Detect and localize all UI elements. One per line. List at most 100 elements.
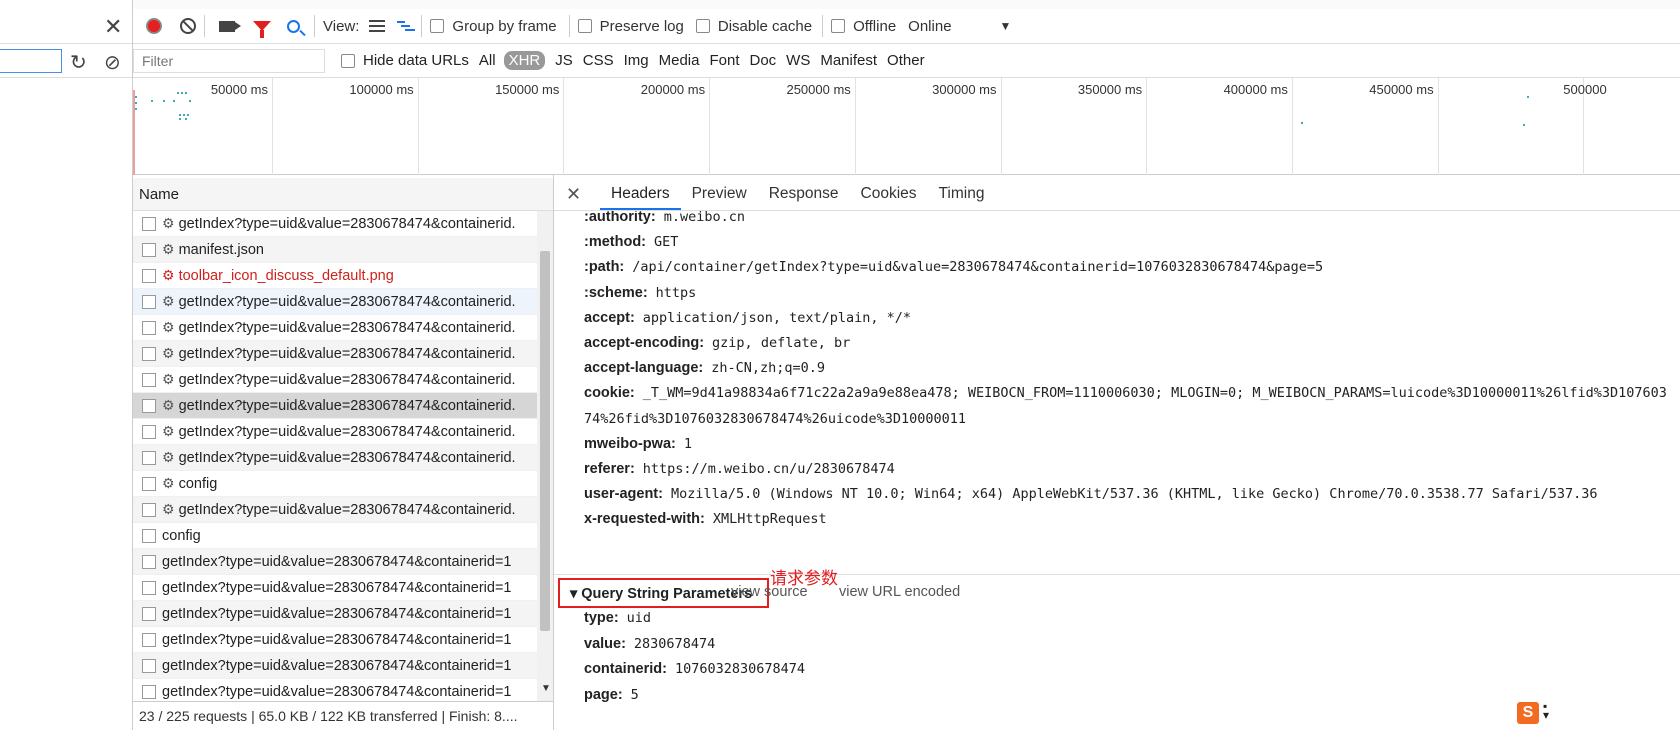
offline-checkbox[interactable]: [831, 19, 846, 33]
filter-type-all[interactable]: All: [479, 52, 496, 69]
header-value: m.weibo.cn: [663, 211, 745, 225]
request-name: toolbar_icon_discuss_default.png: [178, 267, 394, 284]
requests-scrollbar[interactable]: ▼: [537, 211, 553, 701]
header-value: Mozilla/5.0 (Windows NT 10.0; Win64; x64…: [670, 486, 1598, 503]
screenshot-camera-icon[interactable]: [219, 20, 241, 32]
header-row: :scheme: https: [584, 285, 696, 301]
request-name: getIndex?type=uid&value=2830678474&conta…: [162, 631, 512, 648]
gear-icon: ⚙: [162, 241, 175, 257]
request-row[interactable]: ⚙ getIndex?type=uid&value=2830678474&cont…: [133, 393, 537, 419]
scroll-down-arrow-icon[interactable]: ▼: [541, 683, 551, 694]
request-row[interactable]: ⚙ toolbar_icon_discuss_default.png: [133, 263, 537, 289]
overview-tick-label: 250000 ms: [786, 82, 851, 97]
header-key: accept-language:: [584, 360, 704, 377]
filter-type-css[interactable]: CSS: [583, 52, 614, 69]
request-row[interactable]: ⚙ getIndex?type=uid&value=2830678474&cont…: [133, 341, 537, 367]
tab-headers[interactable]: Headers: [600, 185, 681, 210]
timeline-overview[interactable]: 50000 ms 100000 ms 150000 ms 200000 ms 25000…: [133, 78, 1680, 175]
request-row[interactable]: ⚙ getIndex?type=uid&value=2830678474&cont…: [133, 289, 537, 315]
request-name: config: [178, 475, 218, 492]
request-row[interactable]: ⚙ getIndex?type=uid&value=2830678474&cont…: [133, 315, 537, 341]
filter-type-font[interactable]: Font: [709, 52, 739, 69]
preserve-log-checkbox[interactable]: [577, 19, 592, 33]
throttling-select[interactable]: Online: [908, 18, 951, 35]
request-row[interactable]: config: [133, 523, 537, 549]
gear-icon: ⚙: [162, 397, 175, 413]
filter-type-xhr[interactable]: XHR: [503, 51, 546, 70]
overview-tick-label: 350000 ms: [1077, 82, 1143, 97]
query-string-parameters-title[interactable]: Query String Parameters: [570, 586, 752, 602]
record-icon[interactable]: [146, 18, 162, 34]
waterfall-overview-icon[interactable]: [397, 20, 416, 32]
filter-type-ws[interactable]: WS: [786, 52, 810, 69]
filter-type-js[interactable]: JS: [555, 52, 573, 69]
request-row[interactable]: getIndex?type=uid&value=2830678474&conta…: [133, 627, 537, 653]
filter-funnel-icon[interactable]: [253, 21, 271, 38]
filter-type-doc[interactable]: Doc: [749, 52, 776, 69]
close-details-icon[interactable]: ✕: [566, 184, 581, 205]
tab-timing[interactable]: Timing: [928, 185, 996, 210]
tab-cookies[interactable]: Cookies: [850, 185, 928, 210]
request-row[interactable]: ⚙ getIndex?type=uid&value=2830678474&cont…: [133, 419, 537, 445]
request-row[interactable]: getIndex?type=uid&value=2830678474&conta…: [133, 653, 537, 679]
request-file-icon: [142, 346, 156, 361]
window-top-edge: [0, 0, 1680, 9]
overview-request-mark: [1527, 96, 1529, 98]
group-by-frame-checkbox[interactable]: [430, 19, 445, 33]
overview-request-mark: [179, 118, 181, 120]
request-row[interactable]: getIndex?type=uid&value=2830678474&conta…: [133, 679, 537, 701]
name-column-header[interactable]: Name: [139, 186, 179, 203]
overview-request-mark: [163, 100, 165, 102]
request-row[interactable]: ⚙ getIndex?type=uid&value=2830678474&cont…: [133, 211, 537, 237]
overview-request-mark: [1301, 122, 1303, 124]
disable-cache-checkbox[interactable]: [695, 19, 710, 33]
request-file-icon: [142, 424, 156, 439]
request-file-icon: [142, 320, 156, 335]
throttling-dropdown-arrow-icon[interactable]: ▼: [1000, 19, 1012, 33]
query-param-row: page: 5: [584, 687, 639, 703]
header-key: cookie:: [584, 385, 635, 402]
request-file-icon: [142, 502, 156, 517]
request-row[interactable]: ⚙ manifest.json: [133, 237, 537, 263]
request-row[interactable]: getIndex?type=uid&value=2830678474&conta…: [133, 549, 537, 575]
header-value: 1: [683, 435, 692, 452]
request-row[interactable]: ⚙ getIndex?type=uid&value=2830678474&cont…: [133, 367, 537, 393]
request-row[interactable]: getIndex?type=uid&value=2830678474&conta…: [133, 601, 537, 627]
request-name: config: [162, 527, 201, 544]
hide-data-urls-checkbox[interactable]: [341, 53, 355, 68]
query-param-row: type: uid: [584, 610, 651, 626]
block-icon[interactable]: ⊘: [104, 50, 121, 75]
gear-icon: ⚙: [162, 293, 175, 309]
gear-icon: ⚙: [162, 345, 175, 361]
search-icon[interactable]: [287, 19, 300, 33]
filter-type-manifest[interactable]: Manifest: [820, 52, 877, 69]
header-value: zh-CN,zh;q=0.9: [711, 360, 826, 377]
view-source-link[interactable]: view source: [731, 584, 808, 600]
ime-menu-icon[interactable]: ▪ ▾: [1543, 700, 1549, 721]
request-file-icon: [142, 580, 156, 595]
scrollbar-thumb[interactable]: [540, 251, 550, 631]
left-panel-input[interactable]: [0, 49, 62, 73]
tab-response[interactable]: Response: [758, 185, 850, 210]
view-label: View:: [323, 17, 360, 35]
gear-icon: ⚙: [162, 449, 175, 465]
request-row[interactable]: getIndex?type=uid&value=2830678474&conta…: [133, 575, 537, 601]
request-name: getIndex?type=uid&value=2830678474&conta…: [178, 345, 516, 362]
sogou-ime-icon[interactable]: S: [1517, 702, 1539, 724]
close-icon[interactable]: ✕: [104, 14, 122, 40]
filter-type-other[interactable]: Other: [887, 52, 925, 69]
overview-request-mark: [135, 96, 137, 98]
clear-icon[interactable]: [180, 18, 196, 34]
header-value: https: [655, 284, 697, 301]
filter-type-media[interactable]: Media: [659, 52, 700, 69]
filter-type-img[interactable]: Img: [624, 52, 649, 69]
filter-input[interactable]: Filter: [133, 48, 325, 73]
large-rows-icon[interactable]: [369, 20, 386, 32]
request-row[interactable]: ⚙ getIndex?type=uid&value=2830678474&cont…: [133, 445, 537, 471]
request-row[interactable]: ⚙ config: [133, 471, 537, 497]
request-row[interactable]: ⚙ getIndex?type=uid&value=2830678474&cont…: [133, 497, 537, 523]
tab-preview[interactable]: Preview: [681, 185, 758, 210]
refresh-icon[interactable]: ↻: [70, 50, 87, 75]
view-url-encoded-link[interactable]: view URL encoded: [839, 584, 960, 600]
toolbar-separator: [421, 15, 423, 37]
